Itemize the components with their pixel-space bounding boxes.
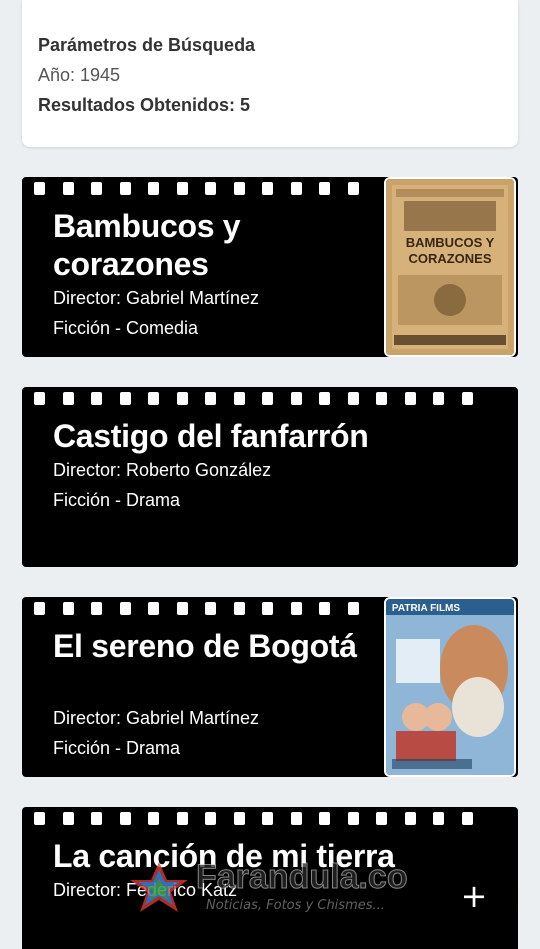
film-sprocket-hole xyxy=(233,601,245,615)
film-sprocket-hole xyxy=(262,601,273,615)
film-genre: Ficción - Comedia xyxy=(53,318,199,338)
film-sprocket-hole xyxy=(176,811,188,825)
add-button[interactable]: + xyxy=(436,858,512,934)
film-sprocket-hole xyxy=(433,811,444,825)
film-title: El sereno de Bogotá xyxy=(53,628,357,664)
film-sprocket-hole xyxy=(433,391,444,405)
film-sprocket-hole xyxy=(91,181,102,195)
film-sprocket-hole xyxy=(148,181,159,195)
film-title: Bambucos y corazones xyxy=(53,208,241,282)
film-sprocket-hole xyxy=(404,811,416,825)
film-card[interactable]: El sereno de Bogotá Director: Gabriel Ma… xyxy=(22,597,518,777)
film-sprocket-hole xyxy=(319,181,330,195)
film-sprocket-hole xyxy=(119,181,131,195)
film-card[interactable]: Castigo del fanfarrón Director: Roberto … xyxy=(22,387,518,567)
film-sprocket-hole xyxy=(319,601,330,615)
film-sprocket-hole xyxy=(319,811,330,825)
film-sprocket-hole xyxy=(290,391,302,405)
film-sprocket-hole xyxy=(262,181,273,195)
film-sprocket-hole xyxy=(205,181,216,195)
film-sprocket-hole xyxy=(347,601,359,615)
film-sprocket-hole xyxy=(34,601,45,615)
film-sprocket-hole xyxy=(148,601,159,615)
film-sprocket-hole xyxy=(91,811,102,825)
film-director: Director: Gabriel Martínez xyxy=(53,708,260,728)
film-strip-decoration xyxy=(22,807,518,829)
film-sprocket-hole xyxy=(62,601,74,615)
plus-icon: + xyxy=(460,877,488,915)
search-params-card: Parámetros de Búsqueda Año: 1945 Resulta… xyxy=(22,0,518,147)
svg-text:BAMBUCOS Y: BAMBUCOS Y xyxy=(406,235,495,250)
svg-text:CORAZONES: CORAZONES xyxy=(408,251,491,266)
film-sprocket-hole xyxy=(91,601,102,615)
film-sprocket-hole xyxy=(205,601,216,615)
search-params-title: Parámetros de Búsqueda xyxy=(38,35,256,55)
film-sprocket-hole xyxy=(233,811,245,825)
film-sprocket-hole xyxy=(176,601,188,615)
film-strip-decoration xyxy=(22,597,384,619)
film-genre: Ficción - Drama xyxy=(53,738,181,758)
film-sprocket-hole xyxy=(148,391,159,405)
film-sprocket-hole xyxy=(119,601,131,615)
film-title: La canción de mi tierra xyxy=(53,838,395,874)
film-sprocket-hole xyxy=(34,181,45,195)
film-genre: Ficción - Drama xyxy=(53,490,181,510)
film-sprocket-hole xyxy=(290,811,302,825)
film-poster-image[interactable]: PATRIA FILMS xyxy=(384,597,516,777)
film-sprocket-hole xyxy=(290,181,302,195)
film-director: Director: Roberto González xyxy=(53,460,272,480)
film-poster-image[interactable]: BAMBUCOS Y CORAZONES xyxy=(384,177,516,357)
film-sprocket-hole xyxy=(319,391,330,405)
film-sprocket-hole xyxy=(347,181,359,195)
film-sprocket-hole xyxy=(233,181,245,195)
film-sprocket-hole xyxy=(91,391,102,405)
film-sprocket-hole xyxy=(34,391,45,405)
film-sprocket-hole xyxy=(176,181,188,195)
film-sprocket-hole xyxy=(205,811,216,825)
film-director: Director: Federico Katz xyxy=(53,880,238,900)
film-sprocket-hole xyxy=(62,391,74,405)
film-sprocket-hole xyxy=(404,391,416,405)
film-sprocket-hole xyxy=(461,811,473,825)
film-sprocket-hole xyxy=(347,391,359,405)
film-sprocket-hole xyxy=(461,391,473,405)
film-title: Castigo del fanfarrón xyxy=(53,418,369,454)
svg-text:PATRIA FILMS: PATRIA FILMS xyxy=(392,603,460,614)
film-strip-decoration xyxy=(22,387,518,409)
film-director: Director: Gabriel Martínez xyxy=(53,288,260,308)
film-strip-decoration xyxy=(22,177,384,199)
film-sprocket-hole xyxy=(262,811,273,825)
film-sprocket-hole xyxy=(176,391,188,405)
search-params-year: Año: 1945 xyxy=(38,65,121,85)
film-sprocket-hole xyxy=(233,391,245,405)
film-sprocket-hole xyxy=(262,391,273,405)
film-sprocket-hole xyxy=(376,391,387,405)
film-sprocket-hole xyxy=(347,811,359,825)
film-sprocket-hole xyxy=(34,811,45,825)
search-results-count: Resultados Obtenidos: 5 xyxy=(38,95,251,115)
film-sprocket-hole xyxy=(119,811,131,825)
film-sprocket-hole xyxy=(148,811,159,825)
film-sprocket-hole xyxy=(376,811,387,825)
film-sprocket-hole xyxy=(290,601,302,615)
film-sprocket-hole xyxy=(205,391,216,405)
film-sprocket-hole xyxy=(119,391,131,405)
film-sprocket-hole xyxy=(62,811,74,825)
film-sprocket-hole xyxy=(62,181,74,195)
film-card[interactable]: Bambucos y corazones Director: Gabriel M… xyxy=(22,177,518,357)
